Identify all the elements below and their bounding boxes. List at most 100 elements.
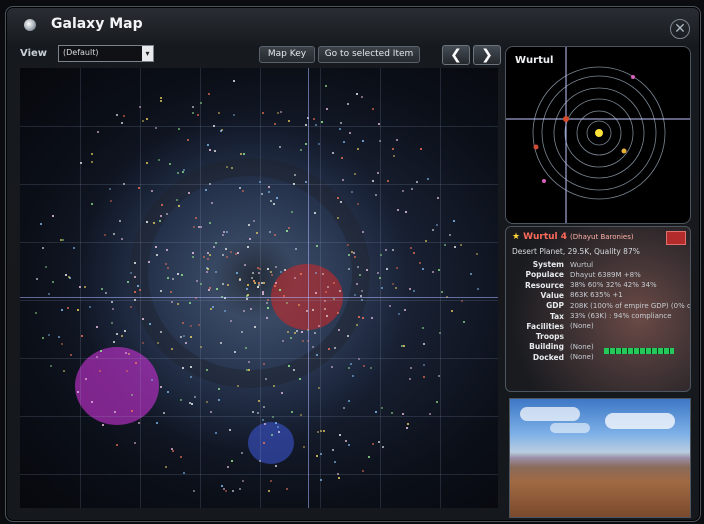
star-system-dot[interactable] — [155, 421, 158, 424]
star-system-dot[interactable] — [255, 231, 258, 234]
star-system-dot[interactable] — [246, 283, 249, 286]
star-system-dot[interactable] — [256, 266, 259, 269]
star-system-dot[interactable] — [351, 374, 354, 377]
map-key-button[interactable]: Map Key — [259, 46, 315, 63]
star-system-dot[interactable] — [209, 148, 212, 151]
star-system-dot[interactable] — [366, 268, 368, 271]
star-system-dot[interactable] — [39, 223, 42, 226]
star-system-dot[interactable] — [48, 293, 51, 296]
star-system-dot[interactable] — [180, 398, 182, 401]
blue-empire-region[interactable] — [248, 422, 294, 464]
star-system-dot[interactable] — [60, 308, 63, 311]
star-system-dot[interactable] — [233, 351, 236, 354]
galaxy-map-view[interactable] — [20, 68, 498, 508]
go-to-selected-button[interactable]: Go to selected Item — [318, 46, 420, 63]
star-system-dot[interactable] — [312, 117, 315, 120]
star-system-dot[interactable] — [97, 131, 100, 134]
star-system-dot[interactable] — [451, 310, 454, 313]
star-system-dot[interactable] — [192, 489, 195, 492]
star-system-dot[interactable] — [45, 266, 48, 269]
star-system-dot[interactable] — [274, 464, 277, 467]
star-system-dot[interactable] — [186, 139, 189, 141]
star-system-dot[interactable] — [167, 390, 169, 393]
star-system-dot[interactable] — [412, 252, 415, 255]
star-system-dot[interactable] — [404, 211, 407, 214]
star-system-dot[interactable] — [347, 103, 349, 106]
star-system-dot[interactable] — [351, 250, 354, 253]
star-system-dot[interactable] — [252, 410, 254, 413]
star-system-dot[interactable] — [215, 432, 217, 434]
star-system-dot[interactable] — [34, 312, 37, 315]
star-system-dot[interactable] — [358, 315, 361, 318]
star-system-dot[interactable] — [270, 434, 273, 437]
star-system-dot[interactable] — [218, 387, 221, 390]
star-system-dot[interactable] — [147, 260, 150, 263]
star-system-dot[interactable] — [210, 201, 213, 204]
star-system-dot[interactable] — [247, 361, 250, 364]
star-system-dot[interactable] — [112, 232, 115, 235]
star-system-dot[interactable] — [115, 332, 118, 335]
star-system-dot[interactable] — [463, 320, 466, 323]
star-system-dot[interactable] — [101, 424, 104, 427]
star-system-dot[interactable] — [42, 337, 44, 340]
star-system-dot[interactable] — [421, 268, 424, 271]
star-system-dot[interactable] — [189, 335, 192, 338]
star-system-dot[interactable] — [419, 262, 422, 265]
star-system-dot[interactable] — [99, 349, 102, 352]
close-button[interactable]: ✕ — [670, 19, 690, 39]
star-system-dot[interactable] — [285, 487, 288, 490]
star-system-dot[interactable] — [165, 466, 167, 469]
star-system-dot[interactable] — [294, 248, 297, 251]
star-system-dot[interactable] — [236, 252, 239, 254]
star-system-dot[interactable] — [301, 339, 304, 342]
star-system-dot[interactable] — [277, 112, 280, 115]
chevron-down-icon[interactable]: ▾ — [142, 46, 153, 61]
star-system-dot[interactable] — [361, 95, 363, 98]
star-system-dot[interactable] — [242, 480, 245, 483]
star-system-dot[interactable] — [224, 490, 227, 493]
star-system-dot[interactable] — [70, 354, 72, 357]
star-system-dot[interactable] — [353, 255, 356, 258]
star-system-dot[interactable] — [180, 273, 183, 276]
star-system-dot[interactable] — [408, 287, 411, 290]
star-system-dot[interactable] — [145, 118, 148, 121]
star-system-dot[interactable] — [170, 447, 173, 450]
star-system-dot[interactable] — [322, 429, 325, 432]
star-system-dot[interactable] — [73, 246, 76, 249]
star-system-dot[interactable] — [261, 293, 264, 296]
star-system-dot[interactable] — [208, 92, 210, 95]
star-system-dot[interactable] — [273, 384, 276, 387]
star-system-dot[interactable] — [326, 286, 329, 289]
star-system-dot[interactable] — [192, 225, 195, 228]
star-system-dot[interactable] — [220, 484, 223, 487]
star-system-dot[interactable] — [152, 221, 155, 224]
star-system-dot[interactable] — [372, 107, 375, 110]
star-system-dot[interactable] — [343, 140, 345, 143]
star-system-dot[interactable] — [184, 341, 187, 344]
star-system-dot[interactable] — [381, 446, 384, 449]
star-system-dot[interactable] — [338, 328, 341, 331]
star-system-dot[interactable] — [80, 335, 83, 338]
star-system-dot[interactable] — [76, 309, 79, 312]
star-system-dot[interactable] — [347, 243, 350, 246]
star-system-dot[interactable] — [359, 273, 361, 276]
star-system-dot[interactable] — [338, 433, 341, 436]
star-system-dot[interactable] — [303, 445, 306, 448]
star-system-dot[interactable] — [215, 288, 218, 291]
star-system-dot[interactable] — [217, 112, 220, 115]
star-system-dot[interactable] — [356, 202, 359, 205]
star-system-dot[interactable] — [477, 288, 480, 290]
star-system-dot[interactable] — [177, 171, 180, 174]
star-system-dot[interactable] — [262, 111, 265, 114]
star-system-dot[interactable] — [61, 343, 64, 346]
star-system-dot[interactable] — [150, 189, 153, 192]
star-system-dot[interactable] — [348, 253, 351, 256]
star-system-dot[interactable] — [246, 246, 249, 249]
star-system-dot[interactable] — [233, 79, 236, 82]
star-system-dot[interactable] — [123, 329, 126, 332]
star-system-dot[interactable] — [412, 289, 415, 292]
star-system-dot[interactable] — [371, 442, 374, 445]
star-system-dot[interactable] — [159, 289, 162, 292]
star-system-dot[interactable] — [176, 272, 179, 275]
star-system-dot[interactable] — [232, 490, 235, 493]
